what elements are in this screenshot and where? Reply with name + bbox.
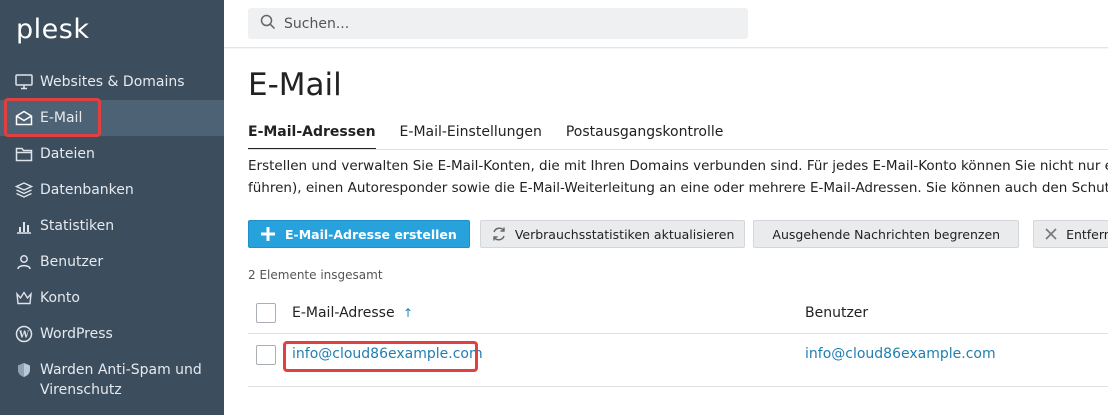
create-email-button[interactable]: E-Mail-Adresse erstellen [248,220,470,248]
sidebar-item-websites-domains[interactable]: Websites & Domains [0,64,224,100]
sidebar-item-wordpress[interactable]: W WordPress [0,316,224,352]
main-content: E-Mail E-Mail-Adressen E-Mail-Einstellun… [224,49,1108,415]
sidebar-item-label: Dateien [40,146,95,162]
sidebar-item-label: Datenbanken [40,182,134,198]
sidebar-item-label: WordPress [40,326,113,342]
refresh-stats-label: Verbrauchsstatistiken aktualisieren [514,226,735,242]
sidebar-item-label: Konto [40,290,80,306]
column-header-user: Benutzer [805,305,869,321]
sidebar-item-warden[interactable]: Warden Anti-Spam und Virenschutz [0,352,224,408]
email-row-highlight-box [283,341,478,372]
sort-arrow-icon: ↑ [403,306,414,320]
crown-icon [14,288,34,308]
search-input[interactable] [284,15,724,32]
bar-chart-icon [14,216,34,236]
create-email-label: E-Mail-Adresse erstellen [285,226,457,242]
toolbar: E-Mail-Adresse erstellen Verbrauchsstati… [248,220,1108,248]
email-highlight-box [4,98,101,137]
sidebar-item-files[interactable]: Dateien [0,136,224,172]
limit-outgoing-label: Ausgehende Nachrichten begrenzen [772,226,1001,242]
topbar [224,0,1108,48]
limit-outgoing-button[interactable]: Ausgehende Nachrichten begrenzen [753,220,1020,248]
refresh-stats-button[interactable]: Verbrauchsstatistiken aktualisieren [479,220,746,248]
column-header-label: E-Mail-Adresse [292,305,395,321]
page-description: Erstellen und verwalten Sie E-Mail-Konte… [248,155,1108,199]
remove-button[interactable]: Entfernen [1033,220,1108,248]
description-line: führen), einen Autoresponder sowie die E… [248,180,1108,196]
tab-email-addresses[interactable]: E-Mail-Adressen [248,124,376,150]
description-line: Erstellen und verwalten Sie E-Mail-Konte… [248,158,1108,174]
row-checkbox[interactable] [256,345,276,365]
sidebar-item-account[interactable]: Konto [0,280,224,316]
svg-text:W: W [18,331,30,341]
sidebar-item-label: Statistiken [40,218,115,234]
table-header: E-Mail-Adresse ↑ Benutzer [248,296,1108,334]
tab-outgoing-control[interactable]: Postausgangskontrolle [566,124,724,150]
page-title: E-Mail [248,67,342,103]
sidebar: plesk Websites & Domains E-Mail Dateien … [0,0,224,415]
plesk-logo[interactable]: plesk [16,14,89,45]
select-all-checkbox[interactable] [256,303,276,323]
tab-email-settings[interactable]: E-Mail-Einstellungen [400,124,542,150]
database-icon [14,180,34,200]
folder-icon [14,144,34,164]
tabs-divider [248,149,1108,150]
search-icon [260,14,276,34]
sidebar-item-label: Warden Anti-Spam und Virenschutz [40,362,202,398]
close-icon [1044,227,1058,241]
remove-label: Entfernen [1066,226,1108,242]
user-icon [14,252,34,272]
wordpress-icon: W [14,324,34,344]
user-link[interactable]: info@cloud86example.com [805,346,996,362]
tab-bar: E-Mail-Adressen E-Mail-Einstellungen Pos… [248,124,747,150]
shield-icon [14,360,34,380]
sidebar-item-users[interactable]: Benutzer [0,244,224,280]
sidebar-item-label: Benutzer [40,254,104,270]
column-header-address[interactable]: E-Mail-Adresse ↑ [292,305,413,321]
sidebar-item-statistics[interactable]: Statistiken [0,208,224,244]
monitor-icon [14,72,34,92]
items-count: 2 Elemente insgesamt [248,268,383,282]
sidebar-item-databases[interactable]: Datenbanken [0,172,224,208]
sidebar-item-label: Websites & Domains [40,74,185,90]
refresh-icon [491,226,507,242]
search-box [248,8,748,39]
plus-icon [261,227,275,241]
